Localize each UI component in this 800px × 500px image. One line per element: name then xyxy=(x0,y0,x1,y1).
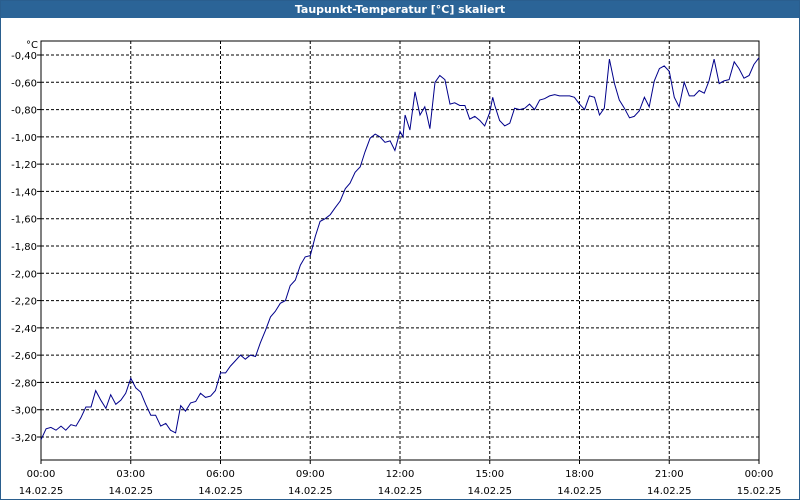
x-tick-labels: 00:00 14.02.25 03:00 14.02.25 06:00 14.02.25 0… xyxy=(19,469,782,497)
x-tick-time: 12:00 xyxy=(386,469,415,480)
y-tick-label: -2,20 xyxy=(11,297,37,308)
x-tick-time: 00:00 xyxy=(27,469,56,480)
chart-title: Taupunkt-Temperatur [°C] skaliert xyxy=(1,1,799,18)
line-chart: -0,40 -0,60 -0,80 -1,00 -1,20 -1,40 -1,60 -1,80… xyxy=(11,40,782,497)
x-tick-date: 14.02.25 xyxy=(647,486,692,497)
axes xyxy=(37,40,760,464)
x-tick-date: 14.02.25 xyxy=(198,486,243,497)
y-tick-label: -2,40 xyxy=(11,324,37,335)
y-tick-label: -1,20 xyxy=(11,160,37,171)
y-tick-label: -2,00 xyxy=(11,269,37,280)
y-tick-label: -2,80 xyxy=(11,378,37,389)
x-tick-date: 15.02.25 xyxy=(737,486,782,497)
grid xyxy=(41,41,759,460)
y-tick-label: -1,80 xyxy=(11,242,37,253)
y-tick-label: -2,60 xyxy=(11,351,37,362)
x-tick-time: 06:00 xyxy=(206,469,235,480)
y-axis-unit: °C xyxy=(26,40,38,51)
x-tick-time: 09:00 xyxy=(296,469,325,480)
y-tick-label: -3,20 xyxy=(11,433,37,444)
x-tick-date: 14.02.25 xyxy=(557,486,602,497)
y-tick-label: -0,40 xyxy=(11,51,37,62)
x-tick-date: 14.02.25 xyxy=(108,486,153,497)
x-tick-date: 14.02.25 xyxy=(467,486,512,497)
x-tick-time: 21:00 xyxy=(655,469,684,480)
x-tick-time: 00:00 xyxy=(745,469,774,480)
x-tick-date: 14.02.25 xyxy=(19,486,64,497)
x-tick-date: 14.02.25 xyxy=(288,486,333,497)
x-tick-time: 15:00 xyxy=(475,469,504,480)
y-tick-label: -1,60 xyxy=(11,215,37,226)
y-tick-label: -1,40 xyxy=(11,187,37,198)
y-tick-label: -0,80 xyxy=(11,106,37,117)
x-tick-time: 03:00 xyxy=(116,469,145,480)
y-tick-label: -1,00 xyxy=(11,133,37,144)
x-tick-time: 18:00 xyxy=(565,469,594,480)
x-tick-date: 14.02.25 xyxy=(378,486,423,497)
y-tick-labels: -0,40 -0,60 -0,80 -1,00 -1,20 -1,40 -1,60 -1,80… xyxy=(11,51,37,444)
y-tick-label: -3,00 xyxy=(11,406,37,417)
y-tick-label: -0,60 xyxy=(11,78,37,89)
